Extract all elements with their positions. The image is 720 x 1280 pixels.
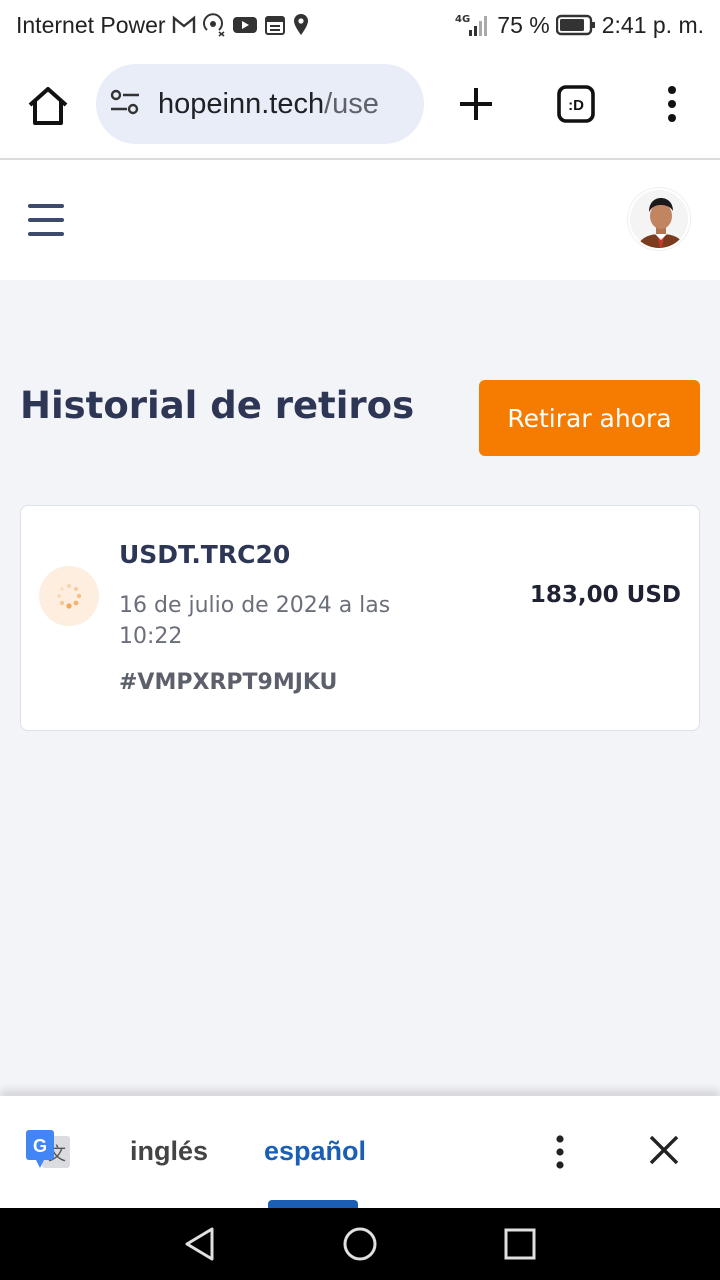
main-content: Historial de retiros Retirar ahora USDT.…: [0, 280, 720, 1096]
gmail-icon: [172, 15, 196, 35]
svg-text:G: G: [33, 1136, 47, 1156]
target-language-tab[interactable]: español: [264, 1136, 366, 1167]
source-language-tab[interactable]: inglés: [130, 1136, 208, 1167]
tabs-icon: :D: [557, 85, 595, 123]
new-tab-button[interactable]: [456, 84, 496, 124]
hamburger-menu-icon[interactable]: [28, 204, 64, 236]
withdrawal-coin: USDT.TRC20: [119, 540, 291, 569]
home-nav-button[interactable]: [342, 1226, 378, 1262]
translate-options-button[interactable]: [548, 1134, 572, 1170]
home-button[interactable]: [26, 86, 70, 126]
url-path: /use: [324, 87, 379, 120]
more-vert-icon: [668, 86, 676, 122]
home-icon: [28, 87, 68, 125]
more-vert-icon: [556, 1135, 564, 1169]
user-avatar[interactable]: [628, 188, 690, 250]
signal-icon: 4G: [455, 12, 491, 38]
withdrawal-id: #VMPXRPT9MJKU: [119, 670, 338, 695]
active-language-indicator: [268, 1200, 358, 1208]
home-circle-icon: [343, 1227, 377, 1261]
clock: 2:41 p. m.: [601, 11, 704, 38]
google-translate-icon: 文 G: [24, 1128, 72, 1172]
back-triangle-icon: [185, 1227, 214, 1261]
back-button[interactable]: [182, 1226, 218, 1262]
site-settings-icon[interactable]: [110, 89, 140, 119]
youtube-icon: [232, 15, 258, 35]
translate-close-button[interactable]: [648, 1134, 680, 1166]
browser-menu-button[interactable]: [660, 82, 684, 126]
svg-text::D: :D: [568, 97, 584, 114]
app-header: [0, 162, 720, 280]
calendar-icon: [264, 14, 286, 36]
withdraw-now-button[interactable]: Retirar ahora: [479, 380, 700, 456]
hotspot-icon: [202, 13, 226, 37]
close-icon: [649, 1135, 679, 1165]
withdrawal-date: 16 de julio de 2024 a las 10:22: [119, 593, 391, 649]
pending-status-icon: [39, 566, 99, 626]
url-text: hopeinn.tech/use: [158, 88, 379, 121]
location-icon: [292, 13, 310, 37]
svg-text:4G: 4G: [455, 14, 470, 25]
withdrawal-card[interactable]: USDT.TRC20 16 de julio de 2024 a las 10:…: [20, 505, 700, 731]
recents-button[interactable]: [502, 1226, 538, 1262]
withdrawal-amount: 183,00 USD: [529, 582, 681, 608]
browser-toolbar: hopeinn.tech/use :D: [0, 50, 720, 160]
carrier-label: Internet Power: [16, 11, 166, 38]
battery-percent: 75 %: [497, 11, 550, 38]
tab-switcher-button[interactable]: :D: [556, 84, 596, 124]
status-bar: Internet Power 4G 75 % 2:41 p. m.: [0, 0, 720, 50]
translate-bar: 文 G inglés español: [0, 1096, 720, 1208]
url-domain: hopeinn.tech: [158, 87, 325, 120]
battery-icon: [555, 14, 596, 36]
system-nav-bar: [0, 1208, 720, 1280]
address-bar[interactable]: hopeinn.tech/use: [96, 64, 424, 144]
recents-square-icon: [504, 1228, 536, 1260]
plus-icon: [460, 88, 492, 120]
page-title: Historial de retiros: [20, 384, 415, 427]
